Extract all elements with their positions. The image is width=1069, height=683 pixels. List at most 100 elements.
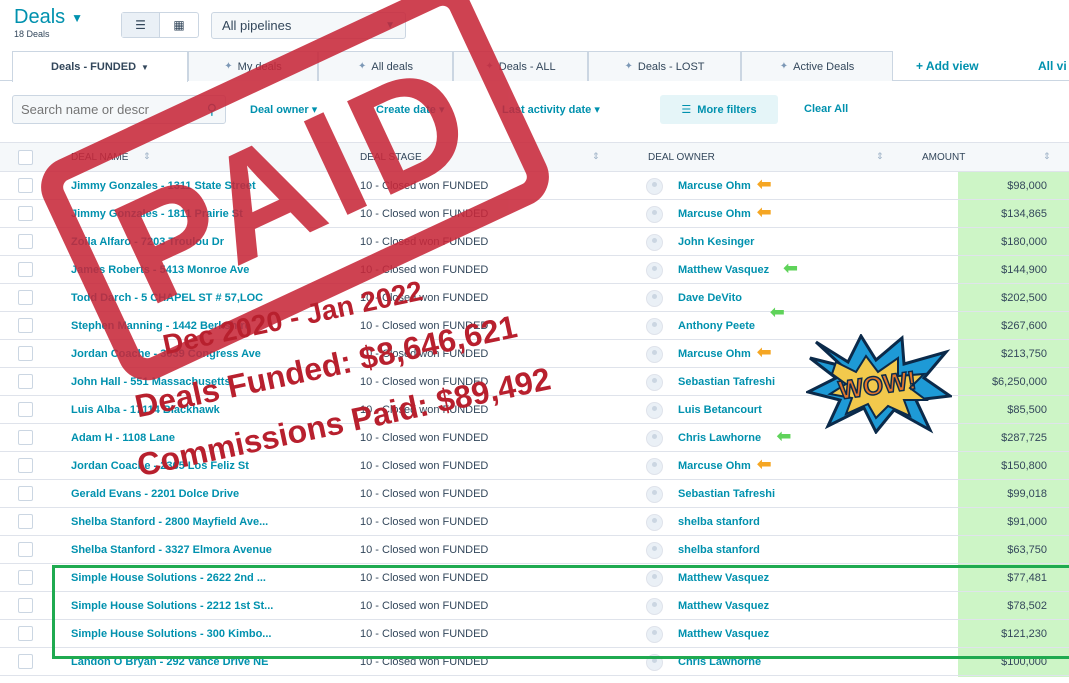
chevron-down-icon: ▼ xyxy=(141,62,149,72)
row-checkbox[interactable] xyxy=(18,458,33,473)
chevron-down-icon: ▼ xyxy=(71,10,84,25)
row-checkbox[interactable] xyxy=(18,206,33,221)
deal-owner-link[interactable]: Marcuse Ohm xyxy=(678,348,751,360)
sort-icon[interactable]: ⇕ xyxy=(1043,151,1051,162)
deal-owner-link[interactable]: Marcuse Ohm xyxy=(678,208,751,220)
tab-label: Deals - LOST xyxy=(637,60,705,73)
avatar xyxy=(646,262,663,279)
table-row[interactable]: Gerald Evans - 2201 Dolce Drive 10 - Clos… xyxy=(0,480,1069,508)
deal-name-link[interactable]: Shelba Stanford - 2800 Mayfield Ave... xyxy=(71,516,321,528)
avatar xyxy=(646,178,663,195)
deal-amount: $144,900 xyxy=(1001,264,1047,276)
deal-owner-link[interactable]: Sebastian Tafreshi xyxy=(678,376,775,388)
deal-stage: 10 - Closed won FUNDED xyxy=(360,488,489,500)
avatar xyxy=(646,514,663,531)
deal-amount: $287,725 xyxy=(1001,432,1047,444)
arrow-left-icon: ⬅ xyxy=(769,302,785,322)
board-view-icon[interactable]: ▦ xyxy=(160,13,198,37)
avatar xyxy=(646,346,663,363)
tab-label: Deals - ALL xyxy=(498,60,556,73)
row-checkbox[interactable] xyxy=(18,654,33,669)
table-row[interactable]: Shelba Stanford - 2800 Mayfield Ave... 10… xyxy=(0,508,1069,536)
deal-owner-link[interactable]: shelba stanford xyxy=(678,516,760,528)
deal-owner-link[interactable]: Luis Betancourt xyxy=(678,404,762,416)
deal-owner-link[interactable]: Marcuse Ohm xyxy=(678,460,751,472)
column-header-amount[interactable]: AMOUNT xyxy=(922,152,965,163)
pipeline-value: All pipelines xyxy=(222,18,292,33)
tab-label: Deals - FUNDED xyxy=(51,61,137,73)
row-checkbox[interactable] xyxy=(18,346,33,361)
sort-icon[interactable]: ⇕ xyxy=(592,151,600,162)
avatar xyxy=(646,318,663,335)
arrow-left-icon: ⬅ xyxy=(756,174,772,194)
deal-amount: $202,500 xyxy=(1001,292,1047,304)
record-count: 18 Deals xyxy=(14,29,50,39)
arrow-left-icon: ⬅ xyxy=(756,342,772,362)
pin-icon: ✦ xyxy=(624,61,633,72)
deal-owner-link[interactable]: Anthony Peete xyxy=(678,320,755,332)
row-checkbox[interactable] xyxy=(18,486,33,501)
avatar xyxy=(646,234,663,251)
deal-amount: $91,000 xyxy=(1007,516,1047,528)
avatar xyxy=(646,374,663,391)
avatar xyxy=(646,486,663,503)
view-toggle: ☰ ▦ xyxy=(121,12,199,38)
deal-name-link[interactable]: Shelba Stanford - 3327 Elmora Avenue xyxy=(71,544,321,556)
sort-icon[interactable]: ⇕ xyxy=(876,151,884,162)
row-checkbox[interactable] xyxy=(18,626,33,641)
row-checkbox[interactable] xyxy=(18,290,33,305)
row-checkbox[interactable] xyxy=(18,598,33,613)
row-checkbox[interactable] xyxy=(18,402,33,417)
table-row[interactable]: Shelba Stanford - 3327 Elmora Avenue 10 -… xyxy=(0,536,1069,564)
deal-owner-link[interactable]: Chris Lawhorne xyxy=(678,432,761,444)
view-tabs: Deals - FUNDED ▼ ✦ My deals ✦ All deals … xyxy=(0,51,1069,82)
deal-amount: $63,750 xyxy=(1007,544,1047,556)
object-switcher[interactable]: Deals ▼ xyxy=(14,6,83,29)
deal-stage: 10 - Closed won FUNDED xyxy=(360,544,489,556)
avatar xyxy=(646,430,663,447)
deal-owner-link[interactable]: Matthew Vasquez xyxy=(678,264,769,276)
list-view-icon[interactable]: ☰ xyxy=(122,13,161,37)
tab-deals-lost[interactable]: ✦ Deals - LOST xyxy=(588,51,741,81)
deal-amount: $213,750 xyxy=(1001,348,1047,360)
row-checkbox[interactable] xyxy=(18,570,33,585)
row-checkbox[interactable] xyxy=(18,178,33,193)
row-checkbox[interactable] xyxy=(18,430,33,445)
sliders-icon: ☰ xyxy=(681,104,692,116)
avatar xyxy=(646,542,663,559)
clear-all-button[interactable]: Clear All xyxy=(804,103,848,115)
deal-stage: 10 - Closed won FUNDED xyxy=(360,516,489,528)
deal-owner-link[interactable]: Sebastian Tafreshi xyxy=(678,488,775,500)
pin-icon: ✦ xyxy=(224,61,233,72)
tab-active-deals[interactable]: ✦ Active Deals xyxy=(741,51,893,81)
arrow-left-icon: ⬅ xyxy=(756,202,772,222)
deal-owner-link[interactable]: John Kesinger xyxy=(678,236,754,248)
row-checkbox[interactable] xyxy=(18,542,33,557)
tab-deals-funded[interactable]: Deals - FUNDED ▼ xyxy=(12,51,188,82)
row-checkbox[interactable] xyxy=(18,234,33,249)
more-filters-label: More filters xyxy=(697,103,757,116)
deal-amount: $85,500 xyxy=(1007,404,1047,416)
row-checkbox[interactable] xyxy=(18,262,33,277)
row-checkbox[interactable] xyxy=(18,318,33,333)
row-checkbox[interactable] xyxy=(18,514,33,529)
tab-label: Active Deals xyxy=(793,60,855,73)
arrow-left-icon: ⬅ xyxy=(776,426,792,446)
row-checkbox[interactable] xyxy=(18,374,33,389)
select-all-checkbox[interactable] xyxy=(18,150,33,165)
deal-owner-link[interactable]: Dave DeVito xyxy=(678,292,742,304)
add-view-button[interactable]: + Add view xyxy=(916,59,979,73)
deal-amount: $6,250,000 xyxy=(991,376,1047,388)
deal-amount: $267,600 xyxy=(1001,320,1047,332)
all-views-link[interactable]: All vi xyxy=(1038,59,1067,73)
deal-owner-link[interactable]: Marcuse Ohm xyxy=(678,180,751,192)
deal-amount: $134,865 xyxy=(1001,208,1047,220)
page-header: Deals ▼ 18 Deals ☰ ▦ All pipelines ▼ xyxy=(0,0,1069,48)
deal-name-link[interactable]: Gerald Evans - 2201 Dolce Drive xyxy=(71,488,321,500)
deal-amount: $98,000 xyxy=(1007,180,1047,192)
avatar xyxy=(646,458,663,475)
column-header-owner[interactable]: DEAL OWNER xyxy=(648,152,715,163)
deal-amount: $99,018 xyxy=(1007,488,1047,500)
more-filters-button[interactable]: ☰ More filters xyxy=(660,95,778,124)
deal-owner-link[interactable]: shelba stanford xyxy=(678,544,760,556)
